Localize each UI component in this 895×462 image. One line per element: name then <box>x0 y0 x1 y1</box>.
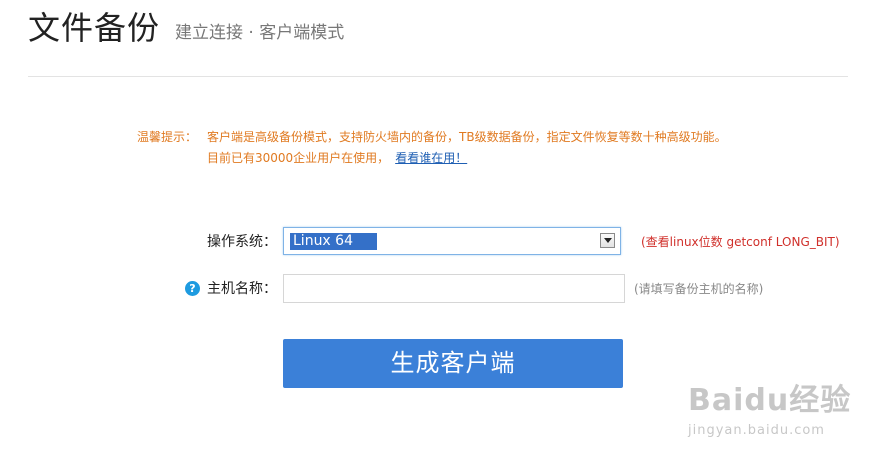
hostname-input[interactable] <box>283 274 625 303</box>
hostname-hint: (请填写备份主机的名称) <box>634 282 764 296</box>
tip-text-line1: 客户端是高级备份模式，支持防火墙内的备份，TB级数据备份，指定文件恢复等数十种高… <box>207 130 727 144</box>
chevron-down-icon[interactable] <box>600 233 615 248</box>
os-select-value: Linux 64 <box>290 233 377 250</box>
hostname-label: 主机名称： <box>207 281 277 297</box>
baidu-jingyan-watermark: Baidu经验 jingyan.baidu.com <box>688 366 858 446</box>
watermark-logo: Baidu经验 <box>688 383 852 418</box>
question-circle-icon[interactable]: ? <box>185 281 200 296</box>
os-select[interactable]: Linux 64 <box>283 227 621 255</box>
generate-client-button[interactable]: 生成客户端 <box>283 339 623 388</box>
who-uses-link[interactable]: 看看谁在用！ <box>395 151 467 165</box>
header-divider <box>28 76 848 77</box>
os-hint: (查看linux位数 getconf LONG_BIT) <box>641 235 840 249</box>
os-label: 操作系统： <box>207 234 277 250</box>
watermark-url: jingyan.baidu.com <box>688 423 825 438</box>
tip-label: 温馨提示： <box>137 130 198 144</box>
tip-text-line2: 目前已有30000企业用户在使用， 看看谁在用！ <box>207 150 467 166</box>
page: 文件备份 建立连接 · 客户端模式 温馨提示： 客户端是高级备份模式，支持防火墙… <box>0 0 895 462</box>
page-subtitle: 建立连接 · 客户端模式 <box>175 23 345 43</box>
tip-text-usage: 目前已有30000企业用户在使用， <box>207 151 390 165</box>
page-title: 文件备份 <box>28 9 161 47</box>
